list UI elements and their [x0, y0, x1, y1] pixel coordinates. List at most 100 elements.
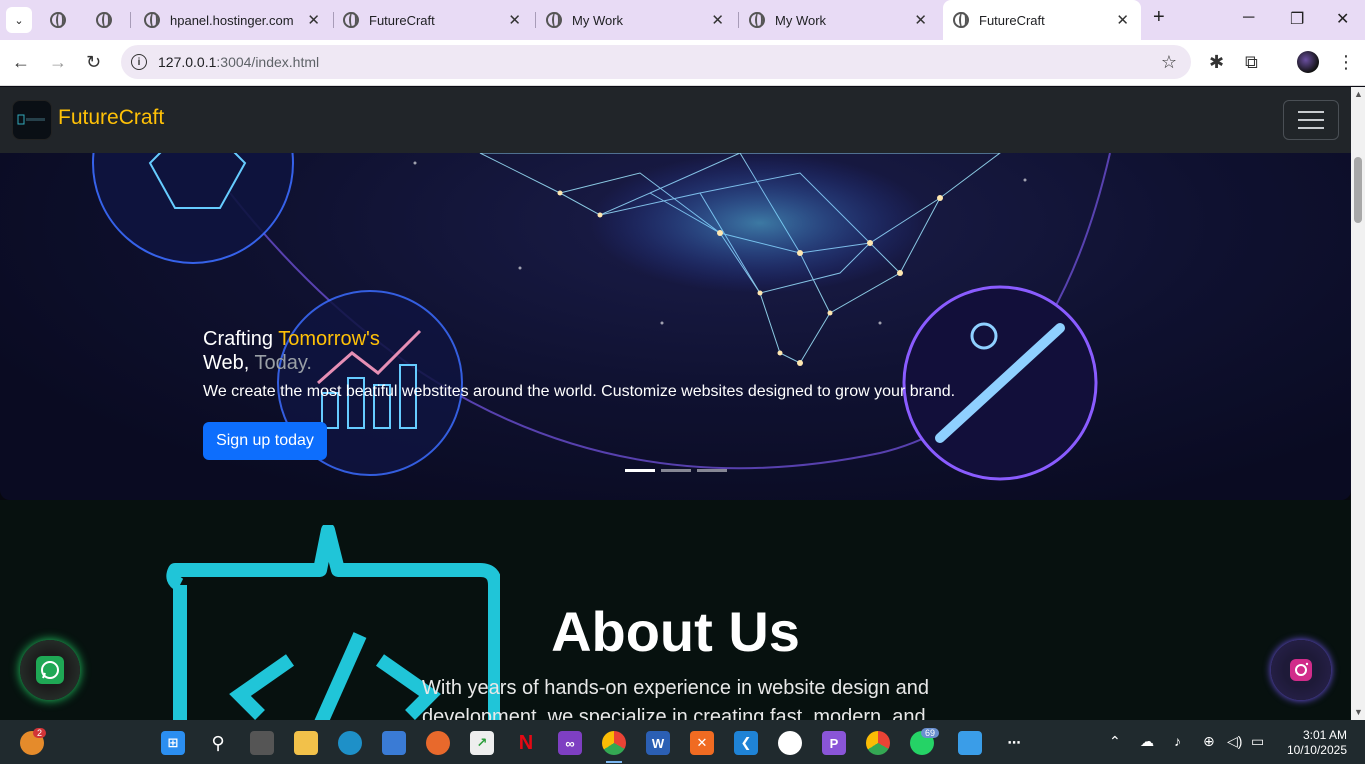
reload-icon[interactable]: ↻ — [86, 52, 101, 73]
headline-muted: Today. — [254, 352, 312, 374]
onedrive-icon[interactable]: ☁ — [1140, 733, 1154, 750]
chrome-profile-icon[interactable] — [866, 731, 890, 755]
back-arrow-icon[interactable]: ← — [12, 52, 30, 73]
hero-caption: Crafting Tomorrow's Web, Today. We creat… — [203, 327, 955, 401]
word-icon[interactable]: W — [646, 731, 670, 755]
visual-studio-icon[interactable]: ∞ — [558, 731, 582, 755]
close-window-button[interactable]: ✕ — [1336, 9, 1349, 29]
instagram-float-button[interactable] — [1271, 640, 1331, 700]
globe-icon — [343, 12, 359, 28]
globe-icon — [50, 12, 66, 28]
bookmark-star-icon[interactable]: ☆ — [1161, 52, 1177, 73]
chrome-icon[interactable] — [602, 731, 626, 755]
close-icon[interactable]: ✕ — [711, 11, 724, 29]
tab-my-work-1[interactable]: My Work ✕ — [546, 4, 736, 36]
pycharm-icon[interactable]: P — [822, 731, 846, 755]
clock-date: 10/10/2025 — [1286, 743, 1347, 757]
whatsapp-icon — [36, 656, 64, 684]
tab-title: FutureCraft — [979, 12, 1045, 28]
site-navbar: FutureCraft — [0, 87, 1351, 153]
tab-my-work-2[interactable]: My Work ✕ — [749, 4, 939, 36]
url-text: 127.0.0.1:3004/index.html — [158, 54, 319, 70]
forward-arrow-icon[interactable]: → — [49, 52, 67, 73]
headline-highlight: Tomorrow's — [278, 328, 380, 350]
sign-up-button[interactable]: Sign up today — [203, 422, 327, 460]
extension-bug-icon[interactable]: ✱ — [1209, 52, 1224, 73]
about-body: With years of hands-on experience in web… — [422, 677, 929, 720]
browser-toolbar: ← → ↻ i 127.0.0.1:3004/index.html ☆ ✱ ⧉ … — [0, 40, 1365, 86]
store-icon[interactable] — [382, 731, 406, 755]
headline-text: Web, — [203, 352, 255, 374]
instagram-icon — [1290, 659, 1312, 681]
page-scrollbar[interactable]: ▲ ▼ — [1351, 87, 1365, 720]
task-view-icon[interactable] — [250, 731, 274, 755]
file-explorer-icon[interactable] — [294, 731, 318, 755]
carousel-indicator[interactable] — [697, 469, 727, 472]
close-icon[interactable]: ✕ — [1116, 11, 1129, 29]
site-brand[interactable]: FutureCraft — [58, 106, 164, 130]
about-section: About Us With years of hands-on experien… — [0, 500, 1351, 720]
url-host: 127.0.0.1 — [158, 54, 217, 70]
address-bar[interactable]: i 127.0.0.1:3004/index.html ☆ — [121, 45, 1191, 79]
restore-button[interactable]: ❐ — [1290, 9, 1304, 29]
globe-icon — [749, 12, 765, 28]
edge-icon[interactable] — [338, 731, 362, 755]
volume-icon[interactable]: ◁) — [1227, 733, 1242, 750]
tab-futurecraft-active[interactable]: FutureCraft ✕ — [943, 0, 1141, 40]
xampp-icon[interactable]: ✕ — [690, 731, 714, 755]
carousel-indicator[interactable] — [625, 469, 655, 472]
close-icon[interactable]: ✕ — [914, 11, 927, 29]
carousel-indicator[interactable] — [661, 469, 691, 472]
about-title: About Us — [551, 600, 800, 663]
carousel-indicators — [625, 469, 727, 472]
whatsapp-float-button[interactable] — [20, 640, 80, 700]
site-logo[interactable] — [12, 100, 52, 140]
profile-avatar[interactable] — [1297, 51, 1319, 73]
stocks-icon[interactable]: ↗ — [470, 731, 494, 755]
weather-badge: 2 — [33, 728, 47, 738]
close-icon[interactable]: ✕ — [307, 11, 320, 29]
github-icon[interactable] — [778, 731, 802, 755]
site-info-icon[interactable]: i — [131, 54, 147, 70]
show-hidden-icons-chevron[interactable]: ⌃ — [1109, 733, 1121, 750]
headline-text: Crafting — [203, 328, 279, 350]
globe-icon — [953, 12, 969, 28]
network-globe-icon[interactable]: ⊕ — [1203, 733, 1215, 750]
vscode-icon[interactable]: ❮ — [734, 731, 758, 755]
hero-carousel: Crafting Tomorrow's Web, Today. We creat… — [0, 153, 1351, 500]
minimize-button[interactable]: ─ — [1243, 9, 1254, 27]
search-icon[interactable]: ⚲ — [206, 731, 230, 755]
photos-icon[interactable] — [958, 731, 982, 755]
tab-futurecraft-1[interactable]: FutureCraft ✕ — [343, 4, 533, 36]
new-tab-button[interactable]: + — [1153, 6, 1165, 29]
close-icon[interactable]: ✕ — [508, 11, 521, 29]
navbar-toggler-button[interactable] — [1283, 100, 1339, 140]
system-clock[interactable]: 3:01 AM 10/10/2025 — [1283, 728, 1347, 758]
tab-pinned-1[interactable] — [50, 4, 86, 36]
microphone-icon[interactable]: ♪ — [1174, 733, 1181, 749]
battery-icon[interactable]: ▭ — [1251, 733, 1264, 750]
extensions-puzzle-icon[interactable]: ⧉ — [1245, 52, 1258, 73]
clock-time: 3:01 AM — [1302, 728, 1347, 742]
netflix-icon[interactable]: N — [514, 731, 538, 755]
hero-subtext: We create the most beatiful webstites ar… — [203, 383, 956, 400]
windows-taskbar: 2 ⊞ ⚲ ↗ N ∞ W ✕ ❮ P 69 ⋯ ⌃ ☁ ♪ ⊕ ◁) ▭ 3:… — [0, 720, 1365, 764]
whatsapp-badge: 69 — [921, 728, 940, 738]
scrollbar-thumb[interactable] — [1354, 157, 1362, 223]
menu-kebab-icon[interactable]: ⋮ — [1337, 52, 1355, 73]
url-path: :3004/index.html — [216, 54, 320, 70]
tab-title: hpanel.hostinger.com — [170, 12, 294, 28]
browser-tab-strip: ⌄ hpanel.hostinger.com ✕ FutureCraft ✕ M… — [0, 0, 1365, 40]
tab-search-button[interactable]: ⌄ — [6, 7, 32, 33]
windows-start-icon[interactable]: ⊞ — [161, 731, 185, 755]
globe-icon — [96, 12, 112, 28]
scroll-down-arrow-icon[interactable]: ▼ — [1354, 707, 1363, 717]
tab-title: My Work — [775, 12, 827, 28]
tab-title: My Work — [572, 12, 624, 28]
more-apps-icon[interactable]: ⋯ — [1002, 731, 1026, 755]
tab-pinned-2[interactable] — [96, 4, 132, 36]
tab-hostinger[interactable]: hpanel.hostinger.com ✕ — [144, 4, 332, 36]
globe-icon — [546, 12, 562, 28]
scroll-up-arrow-icon[interactable]: ▲ — [1354, 89, 1363, 99]
firefox-icon[interactable] — [426, 731, 450, 755]
